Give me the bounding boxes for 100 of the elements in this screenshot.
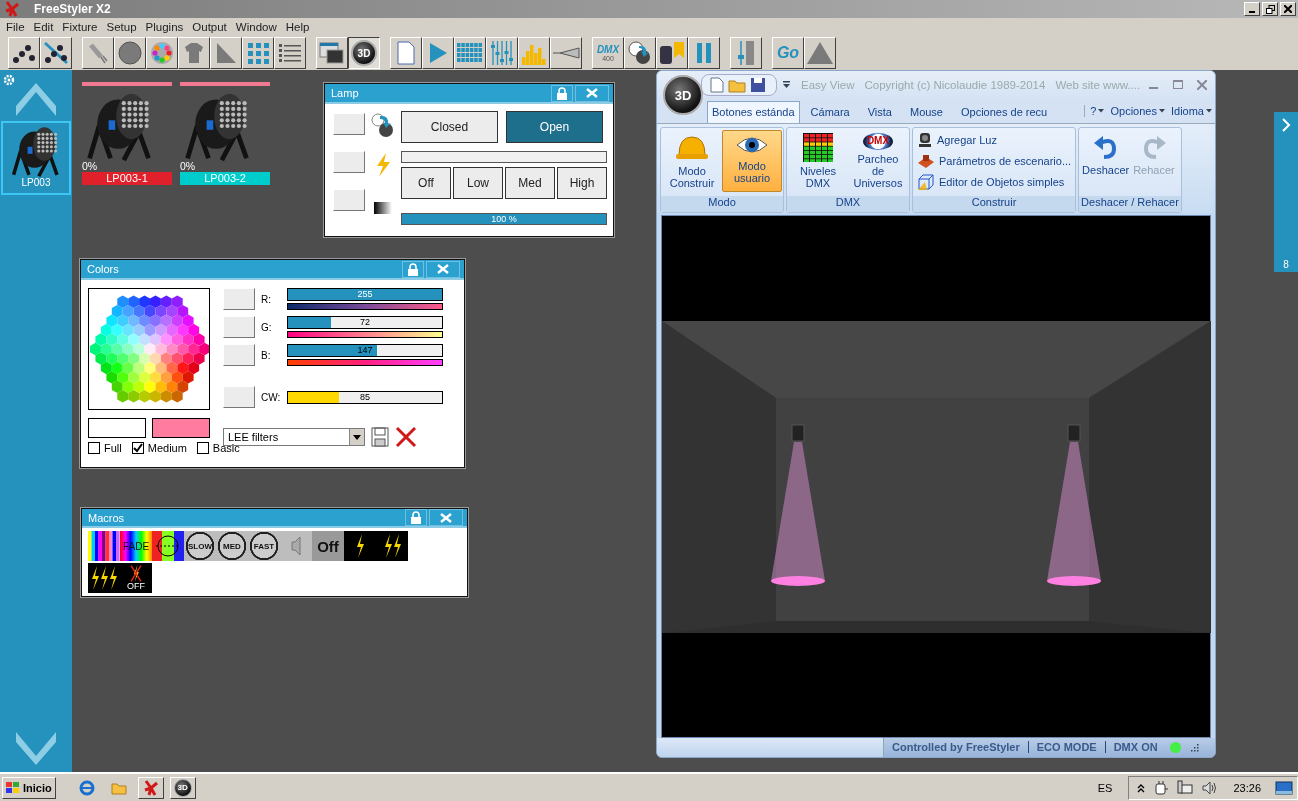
menu-item[interactable]: Plugins: [142, 21, 190, 33]
toolbar-button[interactable]: [210, 37, 242, 69]
menu-item[interactable]: File: [3, 21, 31, 33]
toolbar-button[interactable]: [178, 37, 210, 69]
channel-button[interactable]: [223, 386, 255, 408]
toolbar-button[interactable]: [146, 37, 178, 69]
menu-item[interactable]: Window: [232, 21, 283, 33]
language-indicator[interactable]: ES: [1097, 781, 1113, 794]
minimize-button[interactable]: [1244, 2, 1260, 16]
ribbon-button[interactable]: Modo usuario: [722, 129, 782, 192]
toolbar-button[interactable]: [82, 37, 114, 69]
ribbon-tab[interactable]: Opciones de recu: [956, 100, 1053, 123]
ribbon-menu[interactable]: Opciones: [1107, 105, 1168, 118]
channel-slider[interactable]: 85: [287, 390, 443, 404]
macro-button[interactable]: [344, 531, 376, 561]
ribbon-tab[interactable]: Vista: [862, 100, 897, 123]
strobe-button[interactable]: Off: [401, 167, 451, 199]
toolbar-button[interactable]: [486, 37, 518, 69]
delete-icon[interactable]: [395, 426, 417, 448]
settings-icon[interactable]: [3, 74, 15, 86]
macro-button[interactable]: FAST: [248, 531, 280, 561]
palette-checkbox[interactable]: Medium: [131, 442, 187, 454]
save-icon[interactable]: [371, 427, 389, 447]
macro-button[interactable]: [88, 531, 120, 561]
strobe-button[interactable]: Med: [505, 167, 555, 199]
menu-item[interactable]: Fixture: [59, 21, 104, 33]
shutter-button[interactable]: Open: [506, 111, 603, 143]
start-button[interactable]: Inicio: [2, 776, 56, 799]
ribbon-tab[interactable]: Cámara: [805, 100, 855, 123]
strobe-button[interactable]: Low: [453, 167, 503, 199]
macro-button[interactable]: SLOW: [184, 531, 216, 561]
macro-button[interactable]: [152, 531, 184, 561]
channel-slider[interactable]: 147: [287, 344, 443, 357]
palette-checkbox[interactable]: Full: [88, 442, 122, 454]
toolbar-button[interactable]: [40, 37, 72, 69]
channel-button[interactable]: [333, 113, 365, 135]
taskbar-button[interactable]: [137, 776, 164, 799]
toolbar-button[interactable]: [390, 37, 422, 69]
menu-item[interactable]: Edit: [30, 21, 60, 33]
fixture-tile[interactable]: LP003: [1, 121, 71, 195]
dropdown-arrow-icon[interactable]: [783, 81, 791, 90]
macro-button[interactable]: MED: [216, 531, 248, 561]
chevron-up-icon[interactable]: [1137, 782, 1146, 793]
new-file-icon[interactable]: [710, 77, 724, 94]
macro-button[interactable]: OFF: [120, 563, 152, 593]
lock-button[interactable]: [402, 260, 424, 278]
close-icon[interactable]: [1197, 80, 1207, 91]
lock-button[interactable]: [405, 509, 427, 526]
speaker-icon[interactable]: [1201, 779, 1218, 796]
toolbar-button[interactable]: [114, 37, 146, 69]
save-icon[interactable]: [750, 77, 766, 94]
toolbar-button[interactable]: [242, 37, 274, 69]
toolbar-button[interactable]: [688, 37, 720, 69]
lock-button[interactable]: [551, 84, 573, 102]
maximize-icon[interactable]: [1173, 80, 1183, 91]
channel-button[interactable]: [333, 151, 365, 173]
ribbon-button[interactable]: Parámetros de escenario...: [914, 150, 1075, 172]
channel-slider[interactable]: 255: [287, 288, 443, 301]
strobe-button[interactable]: High: [557, 167, 607, 199]
side-panel-tab[interactable]: 8: [1274, 112, 1298, 272]
fixture-label[interactable]: LP003-1: [82, 172, 172, 185]
ribbon-button[interactable]: Agregar Luz: [914, 129, 1075, 151]
ribbon-button[interactable]: Niveles DMX: [788, 129, 848, 192]
toolbar-button[interactable]: [454, 37, 486, 69]
toolbar-button[interactable]: [316, 37, 348, 69]
macro-button[interactable]: FADE: [120, 531, 152, 561]
toolbar-button[interactable]: [518, 37, 550, 69]
toolbar-button[interactable]: [8, 37, 40, 69]
resize-grip-icon[interactable]: [1188, 742, 1199, 753]
macro-button[interactable]: Off: [312, 531, 344, 561]
channel-button[interactable]: [333, 189, 365, 211]
restore-button[interactable]: [1262, 2, 1278, 16]
app-orb-icon[interactable]: 3D: [663, 75, 703, 115]
show-desktop-icon[interactable]: [1275, 779, 1293, 796]
menu-item[interactable]: Setup: [103, 21, 143, 33]
macro-button[interactable]: [88, 563, 120, 593]
channel-button[interactable]: [223, 316, 255, 338]
channel-button[interactable]: [223, 344, 255, 366]
toolbar-button[interactable]: [656, 37, 688, 69]
shutter-button[interactable]: Closed: [401, 111, 498, 143]
dimmer-bar[interactable]: 100 %: [401, 213, 607, 225]
menu-item[interactable]: Help: [282, 21, 316, 33]
toolbar-button[interactable]: [624, 37, 656, 69]
toolbar-button[interactable]: [804, 37, 836, 69]
menu-item[interactable]: Output: [189, 21, 233, 33]
channel-button[interactable]: [223, 288, 255, 310]
macro-button[interactable]: [376, 531, 408, 561]
ribbon-tab[interactable]: Mouse: [904, 100, 948, 123]
ribbon-button[interactable]: Editor de Objetos simples: [914, 171, 1075, 193]
toolbar-button[interactable]: [550, 37, 582, 69]
toolbar-button[interactable]: [730, 37, 762, 69]
filter-dropdown[interactable]: LEE filters: [223, 428, 365, 446]
toolbar-button[interactable]: [422, 37, 454, 69]
ribbon-button[interactable]: Deshacer: [1080, 129, 1132, 192]
ribbon-menu[interactable]: Idioma: [1167, 105, 1215, 118]
ribbon-menu[interactable]: ?: [1087, 105, 1108, 118]
ribbon-tab[interactable]: Botones estánda: [707, 100, 800, 123]
channel-slider[interactable]: 72: [287, 316, 443, 329]
power-plug-icon[interactable]: [1153, 779, 1170, 796]
toolbar-button[interactable]: [274, 37, 306, 69]
